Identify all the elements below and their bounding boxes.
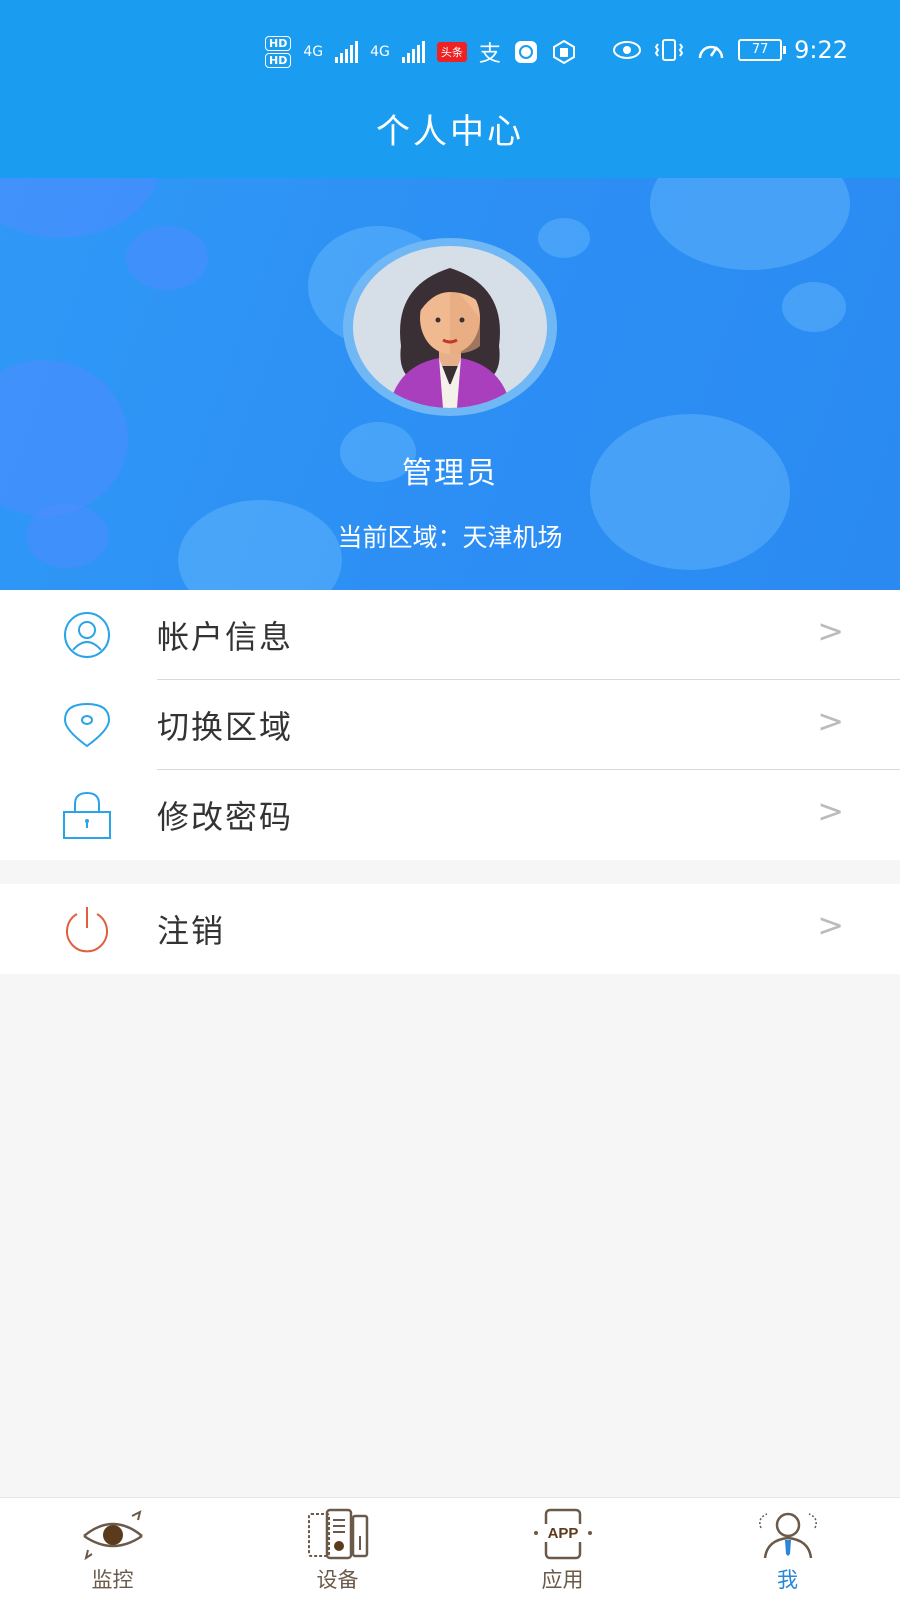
tab-label: 监控 [91, 1568, 134, 1592]
decor-bubble [538, 218, 590, 258]
logout-section: 注销 > [0, 884, 900, 974]
current-region: 当前区域：天津机场 [337, 523, 563, 552]
user-name: 管理员 [402, 456, 498, 491]
hd-indicator: HD HD [265, 36, 292, 68]
net2-label: 4G [370, 44, 390, 60]
alipay-icon: 支 [478, 42, 501, 67]
monitor-eye-icon [82, 1510, 143, 1560]
avatar-illustration [389, 268, 511, 408]
speed-icon [698, 45, 724, 59]
tab-monitor[interactable]: 监控 [0, 1498, 225, 1601]
battery-icon: 77 [738, 39, 787, 61]
decor-bubble [0, 178, 160, 238]
menu-item-label: 帐户信息 [157, 618, 294, 656]
person-icon [758, 1512, 817, 1559]
page-title: 个人中心 [0, 100, 900, 178]
signal-2-icon [401, 41, 425, 63]
lock-icon [63, 791, 111, 839]
menu-item-label: 修改密码 [157, 798, 294, 836]
menu-item-switch-region[interactable]: 切换区域 > [0, 680, 900, 770]
net1-label: 4G [303, 44, 324, 60]
settings-menu: 帐户信息 > 切换区域 > 修改密码 > [0, 590, 900, 860]
menu-item-change-password[interactable]: 修改密码 > [0, 770, 900, 860]
eye-icon [613, 41, 642, 59]
status-time: 9:22 [794, 36, 848, 64]
status-left-icons: HD HD 4G 4G 头条 支 [265, 32, 577, 72]
hd1-label: HD [265, 36, 292, 51]
logout-label: 注销 [157, 912, 226, 950]
browser-icon [514, 41, 537, 63]
logout-button[interactable]: 注销 > [0, 884, 900, 974]
decor-bubble [126, 226, 208, 290]
decor-bubble [650, 178, 850, 270]
chevron-right-icon: > [817, 612, 844, 650]
vibrate-icon [654, 39, 684, 61]
hd2-label: HD [265, 53, 292, 68]
signal-1-icon [335, 41, 359, 63]
avatar[interactable] [353, 246, 547, 408]
tab-device[interactable]: 设备 [225, 1498, 450, 1601]
tab-label: 应用 [541, 1568, 584, 1592]
tab-label: 设备 [316, 1568, 359, 1592]
power-icon [66, 907, 108, 953]
bottom-tab-bar: 监控 设备 APP 应用 我 [0, 1497, 900, 1601]
status-bar: HD HD 4G 4G 头条 支 77 9:22 [0, 0, 900, 100]
location-pin-icon [63, 702, 111, 748]
status-right-icons: 77 9:22 [612, 36, 848, 64]
tab-app[interactable]: APP 应用 [450, 1498, 675, 1601]
decor-bubble [782, 282, 846, 332]
toutiao-icon: 头条 [436, 42, 467, 62]
app-icon: APP [533, 1508, 592, 1560]
chevron-right-icon: > [817, 702, 844, 740]
profile-header: 管理员 当前区域：天津机场 [0, 178, 900, 590]
hand-icon [552, 39, 575, 65]
chevron-right-icon: > [817, 906, 844, 944]
tab-label: 我 [777, 1568, 798, 1592]
menu-item-label: 切换区域 [157, 708, 294, 746]
device-icon [307, 1508, 368, 1560]
user-icon [64, 612, 110, 658]
decor-bubble [0, 360, 128, 516]
chevron-right-icon: > [817, 792, 844, 830]
app-icon-text: APP [547, 1525, 578, 1542]
menu-item-account-info[interactable]: 帐户信息 > [0, 590, 900, 680]
tab-me[interactable]: 我 [675, 1498, 900, 1601]
